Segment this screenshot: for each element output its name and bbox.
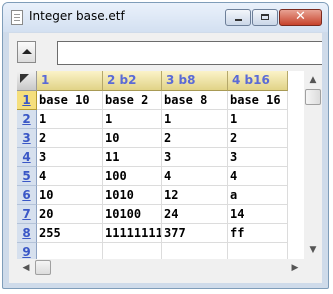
scroll-left-icon[interactable]: ◀ <box>17 259 35 277</box>
grid-cell[interactable]: 10 <box>103 129 162 148</box>
document-icon <box>11 10 23 25</box>
grid-cell[interactable]: 100 <box>103 167 162 186</box>
row-header[interactable]: 7 <box>17 205 37 224</box>
grid-cell[interactable]: 10 <box>37 186 103 205</box>
row-header[interactable]: 3 <box>17 129 37 148</box>
close-button[interactable]: ✕ <box>279 9 322 26</box>
scroll-up-icon[interactable]: ▲ <box>304 71 322 89</box>
collapse-button[interactable] <box>17 41 36 63</box>
formula-bar <box>9 33 322 67</box>
grid-cell[interactable]: 11 <box>103 148 162 167</box>
grid-cell[interactable]: base 2 <box>103 91 162 110</box>
window-content: 12 b2 3 b8 4 b16 1 base 10 base 2 base 8 base 1… <box>9 33 322 283</box>
grid-cell[interactable]: 1 <box>37 110 103 129</box>
formula-input[interactable] <box>57 41 322 65</box>
column-header[interactable]: 4 b16 <box>228 71 288 91</box>
maximize-icon <box>261 14 269 20</box>
resize-grip[interactable] <box>304 259 322 276</box>
grid-cell[interactable]: 24 <box>162 205 228 224</box>
grid-cell[interactable]: 4 <box>162 167 228 186</box>
scroll-down-icon[interactable]: ▼ <box>304 241 322 259</box>
grid-cell[interactable]: 3 <box>37 148 103 167</box>
row-header[interactable]: 2 <box>17 110 37 129</box>
grid-cell[interactable]: 255 <box>37 224 103 243</box>
grid-cell[interactable]: 377 <box>162 224 228 243</box>
row-header[interactable]: 5 <box>17 167 37 186</box>
maximize-button[interactable] <box>252 9 278 26</box>
close-icon: ✕ <box>295 9 306 24</box>
data-grid: 12 b2 3 b8 4 b16 1 base 10 base 2 base 8 base 1… <box>17 71 304 262</box>
row-header[interactable]: 8 <box>17 224 37 243</box>
grid-cell[interactable]: 1 <box>228 110 288 129</box>
grid-cell[interactable]: 12 <box>162 186 228 205</box>
grid-cell[interactable]: base 16 <box>228 91 288 110</box>
window-title: Integer base.etf <box>29 9 125 23</box>
row-header[interactable]: 4 <box>17 148 37 167</box>
grid-cell[interactable]: base 8 <box>162 91 228 110</box>
column-header[interactable]: 3 b8 <box>162 71 228 91</box>
grid-cell[interactable]: 4 <box>228 167 288 186</box>
grid-cell[interactable]: 10100 <box>103 205 162 224</box>
vertical-scrollbar[interactable]: ▲ ▼ <box>304 71 322 259</box>
grid-cell[interactable]: 2 <box>162 129 228 148</box>
horizontal-scroll-thumb[interactable] <box>35 260 51 275</box>
horizontal-scrollbar[interactable]: ◀ ▶ <box>17 259 304 276</box>
title-bar[interactable]: Integer base.etf ✕ <box>3 3 328 32</box>
vertical-scroll-thumb[interactable] <box>305 89 321 105</box>
spreadsheet-window: Integer base.etf ✕ 12 b2 3 b8 4 b16 1 base 1… <box>2 2 329 289</box>
grid-cell[interactable]: 3 <box>228 148 288 167</box>
grid-cell[interactable]: a <box>228 186 288 205</box>
grid-cell[interactable]: 1010 <box>103 186 162 205</box>
minimize-icon <box>235 19 242 21</box>
grid-cell[interactable]: 1 <box>162 110 228 129</box>
grid-cell[interactable]: 14 <box>228 205 288 224</box>
grid-cell[interactable]: 4 <box>37 167 103 186</box>
grid-cell[interactable]: 2 <box>228 129 288 148</box>
column-header[interactable]: 1 <box>37 71 103 91</box>
row-header[interactable]: 6 <box>17 186 37 205</box>
column-header[interactable]: 2 b2 <box>103 71 162 91</box>
grid-cell[interactable]: 11111111 <box>103 224 162 243</box>
minimize-button[interactable] <box>225 9 251 26</box>
grid-cell[interactable]: 1 <box>103 110 162 129</box>
grid-cell[interactable]: 2 <box>37 129 103 148</box>
scroll-right-icon[interactable]: ▶ <box>286 259 304 277</box>
select-all-corner[interactable] <box>17 71 37 91</box>
row-header[interactable]: 1 <box>17 91 37 110</box>
grid-cell[interactable]: 20 <box>37 205 103 224</box>
grid-cell[interactable]: base 10 <box>37 91 103 110</box>
grid-cell[interactable]: ff <box>228 224 288 243</box>
grid-cell[interactable]: 3 <box>162 148 228 167</box>
